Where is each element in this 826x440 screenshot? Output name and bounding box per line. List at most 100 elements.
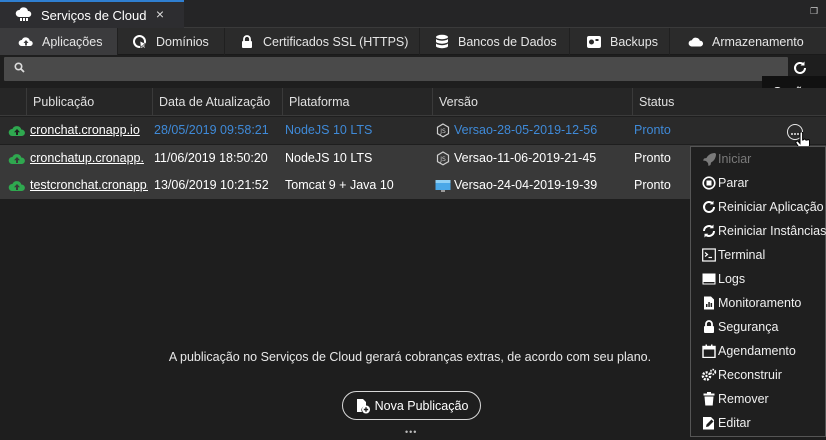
tab-bancos-de-dados[interactable]: Bancos de Dados (420, 28, 570, 55)
menu-item-terminal[interactable]: Terminal (701, 245, 765, 265)
menu-item-label: Monitoramento (718, 296, 802, 310)
menu-item-label: Segurança (718, 320, 779, 334)
menu-item-label: Reiniciar Instâncias (718, 224, 826, 238)
menu-item-reconstruir[interactable]: Reconstruir (701, 365, 782, 385)
tab-aplicacoes[interactable]: Aplicações (0, 28, 118, 55)
version: JS Versao-28-05-2019-12-56 (435, 117, 625, 144)
menu-item-seguranca[interactable]: Segurança (701, 317, 778, 337)
svg-text:JS: JS (439, 128, 446, 135)
menu-item-editar[interactable]: Editar (701, 413, 751, 433)
backup-drive-icon (586, 34, 602, 50)
menu-item-label: Reiniciar Aplicação (718, 200, 824, 214)
terminal-icon (701, 247, 717, 263)
menu-item-remover[interactable]: Remover (701, 389, 769, 409)
menu-item-parar[interactable]: Parar (701, 173, 749, 193)
menu-item-label: Reconstruir (718, 368, 782, 382)
resize-grip-icon[interactable]: ••• (405, 427, 417, 437)
version-label: Versao-11-06-2019-21-45 (454, 151, 597, 165)
tab-certificados-ssl[interactable]: Certificados SSL (HTTPS) (225, 28, 420, 55)
search-input[interactable] (32, 59, 772, 79)
version-label: Versao-28-05-2019-12-56 (454, 123, 598, 137)
tab-dominios[interactable]: Domínios (118, 28, 225, 55)
document-tab[interactable]: Serviços de Cloud × (0, 0, 184, 28)
tab-backups[interactable]: Backups (570, 28, 670, 55)
table-row[interactable]: cronchat.cronapp.io 28/05/2019 09:58:21 … (0, 117, 826, 144)
tab-label: Armazenamento (712, 34, 804, 49)
column-header-status[interactable]: Status (632, 88, 762, 116)
updated-date: 11/06/2019 18:50:20 (154, 151, 268, 165)
tab-armazenamento[interactable]: Armazenamento (670, 28, 826, 55)
svg-text:JS: JS (439, 156, 446, 163)
column-header-versao[interactable]: Versão (432, 88, 630, 116)
cloud-storage-icon (688, 34, 704, 50)
version-label: Versao-24-04-2019-19-39 (454, 178, 598, 192)
updated-date: 13/06/2019 10:21:52 (154, 178, 269, 192)
search-bar (4, 57, 788, 81)
menu-item-monitoramento[interactable]: Monitoramento (701, 293, 801, 313)
new-publication-button[interactable]: Nova Publicação (342, 391, 481, 420)
logs-icon (701, 271, 717, 287)
cloud-upload-icon (18, 34, 34, 50)
column-header-icon (0, 88, 26, 116)
publication-link[interactable]: cronchatup.cronapp. (30, 145, 148, 172)
platform: Tomcat 9 + Java 10 (285, 178, 394, 192)
cloud-upload-icon (8, 124, 26, 141)
platform: NodeJS 10 LTS (285, 123, 373, 137)
nodejs-icon: JS (435, 123, 451, 139)
menu-item-label: Terminal (718, 248, 766, 262)
menu-item-reiniciar-instancias[interactable]: Reiniciar Instâncias (701, 221, 826, 241)
status-label: Pronto (634, 123, 671, 137)
cloud-services-icon (15, 6, 33, 25)
tab-label: Bancos de Dados (458, 34, 557, 49)
menu-item-label: Parar (718, 176, 749, 190)
column-header-publicacao[interactable]: Publicação (26, 88, 150, 116)
monitor-icon (435, 178, 451, 194)
updated-date: 28/05/2019 09:58:21 (154, 123, 269, 137)
menu-item-label: Iniciar (718, 152, 752, 166)
close-icon[interactable]: × (156, 6, 164, 22)
tab-label: Certificados SSL (HTTPS) (263, 34, 409, 49)
database-icon (434, 34, 450, 50)
column-header-data-atualizacao[interactable]: Data de Atualização (152, 88, 282, 116)
menu-item-iniciar[interactable]: Iniciar (701, 149, 751, 169)
new-publication-label: Nova Publicação (374, 398, 469, 413)
menu-item-label: Logs (718, 272, 746, 286)
tab-label: Aplicações (42, 34, 103, 49)
version: JS Versao-11-06-2019-21-45 (435, 145, 625, 172)
restart-instances-icon (701, 223, 717, 239)
restart-icon (701, 199, 717, 215)
monitoring-icon (701, 295, 717, 311)
platform: NodeJS 10 LTS (285, 151, 373, 165)
table-header: Publicação Data de Atualização Plataform… (0, 88, 826, 116)
tab-label: Backups (610, 34, 658, 49)
column-header-plataforma[interactable]: Plataforma (282, 88, 430, 116)
title-bar: Serviços de Cloud × ❐ (0, 0, 826, 28)
lock-icon (701, 319, 717, 335)
status-label: Pronto (634, 151, 671, 165)
gears-icon (701, 367, 717, 383)
rocket-icon (701, 151, 717, 167)
menu-item-logs[interactable]: Logs (701, 269, 745, 289)
options-context-menu: Iniciar Parar Reiniciar Aplicação Reinic… (690, 146, 826, 437)
billing-notice: A publicação no Serviços de Cloud gerará… (168, 350, 652, 364)
service-tabs: Aplicações Domínios Certificados SSL (HT… (0, 28, 826, 55)
cloud-upload-icon (8, 152, 26, 169)
tab-label: Domínios (156, 34, 209, 49)
lock-icon (239, 34, 255, 50)
publication-link[interactable]: cronchat.cronapp.io (30, 117, 148, 144)
document-tab-title: Serviços de Cloud (41, 7, 147, 23)
edit-icon (701, 415, 717, 431)
globe-cursor-icon (132, 34, 148, 50)
search-icon (14, 62, 25, 76)
cloud-upload-icon (8, 179, 26, 196)
nodejs-icon: JS (435, 151, 451, 167)
version: Versao-24-04-2019-19-39 (435, 172, 625, 199)
trash-icon (701, 391, 717, 407)
publication-link[interactable]: testcronchat.cronapp.i (30, 172, 148, 199)
stop-icon (701, 175, 717, 191)
menu-item-reiniciar-aplicacao[interactable]: Reiniciar Aplicação (701, 197, 824, 217)
menu-item-label: Remover (718, 392, 769, 406)
menu-item-label: Editar (718, 416, 751, 430)
new-document-icon (355, 398, 371, 414)
restore-window-icon[interactable]: ❐ (810, 6, 820, 16)
